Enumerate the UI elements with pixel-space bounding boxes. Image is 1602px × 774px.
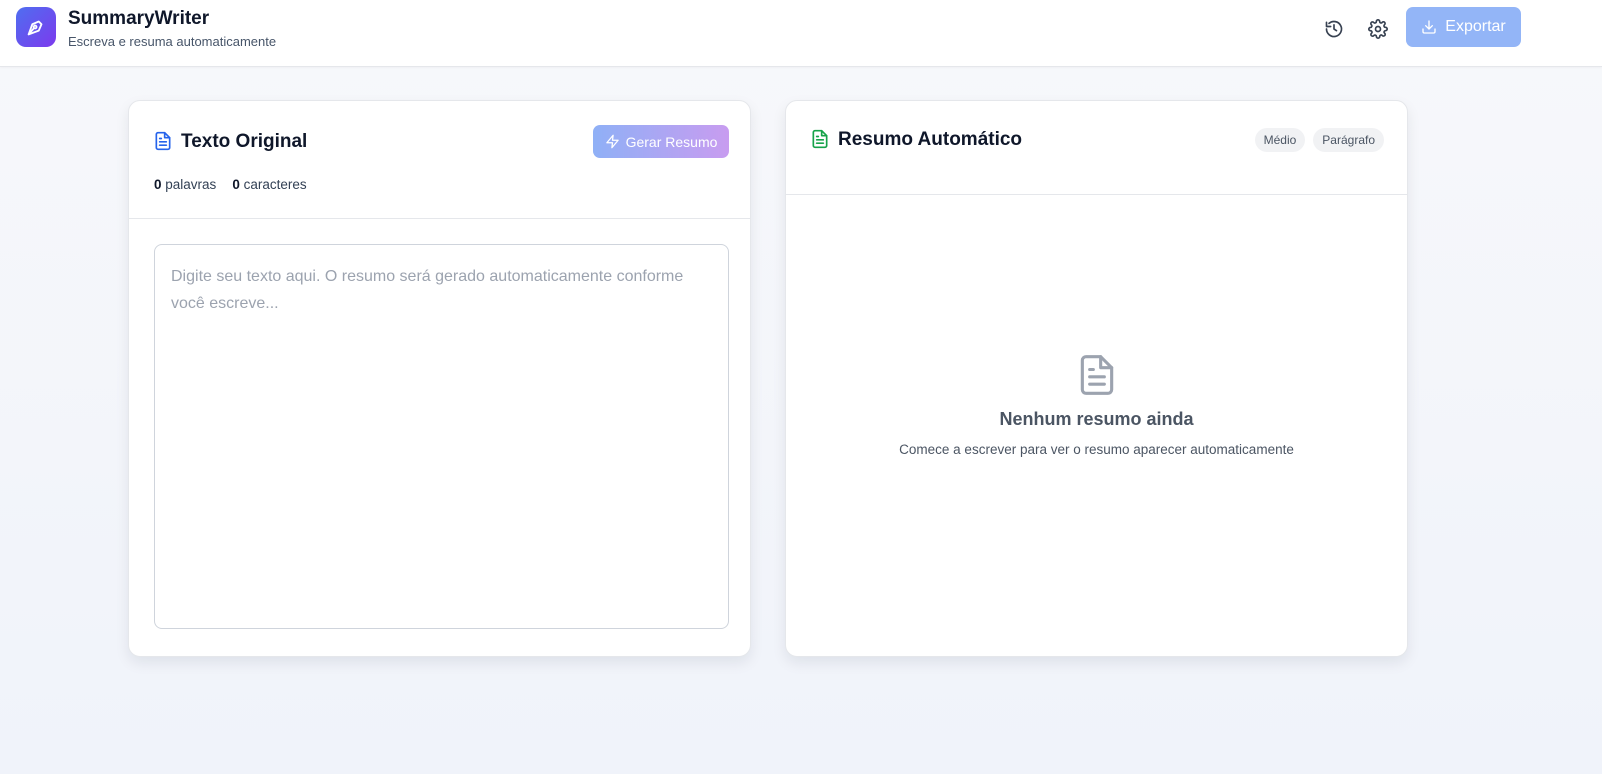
word-count: 0 palavras xyxy=(154,177,216,192)
text-stats: 0 palavras 0 caracteres xyxy=(154,177,307,192)
format-badge: Parágrafo xyxy=(1313,128,1384,152)
word-count-label: palavras xyxy=(165,177,217,192)
generate-summary-label: Gerar Resumo xyxy=(625,133,718,150)
lightning-icon xyxy=(605,134,619,149)
original-text-title: Texto Original xyxy=(181,131,308,152)
document-icon xyxy=(812,129,828,149)
app-subtitle: Escreva e resuma automaticamente xyxy=(68,34,277,49)
settings-button[interactable] xyxy=(1363,14,1393,44)
document-icon xyxy=(1080,355,1113,395)
gear-icon xyxy=(1368,19,1388,39)
history-button[interactable] xyxy=(1319,14,1349,44)
summary-title: Resumo Automático xyxy=(838,129,1023,150)
app-header: SummaryWriter Escreva e resuma automatic… xyxy=(0,0,1602,67)
word-count-value: 0 xyxy=(154,177,162,192)
empty-state-subtitle: Comece a escrever para ver o resumo apar… xyxy=(899,442,1294,457)
app-logo xyxy=(16,7,56,47)
char-count: 0 caracteres xyxy=(232,177,306,192)
card-divider xyxy=(129,218,750,219)
original-text-card: Texto Original Gerar Resumo 0 palavras 0… xyxy=(128,100,751,657)
summary-card: Resumo Automático Médio Parágrafo Nenhum… xyxy=(785,100,1408,657)
length-badge: Médio xyxy=(1254,128,1306,152)
generate-summary-button[interactable]: Gerar Resumo xyxy=(593,125,729,158)
summary-badges: Médio Parágrafo xyxy=(1254,128,1384,152)
empty-state: Nenhum resumo ainda Comece a escrever pa… xyxy=(786,351,1407,457)
empty-state-title: Nenhum resumo ainda xyxy=(999,409,1194,429)
original-text-input[interactable] xyxy=(154,244,729,629)
app-title: SummaryWriter xyxy=(68,8,210,29)
history-icon xyxy=(1325,20,1343,38)
download-icon xyxy=(1422,20,1436,34)
card-divider xyxy=(786,194,1407,195)
char-count-value: 0 xyxy=(232,177,240,192)
pen-nib-icon xyxy=(27,20,43,36)
document-icon xyxy=(155,131,171,151)
export-button[interactable]: Exportar xyxy=(1406,7,1521,47)
export-label: Exportar xyxy=(1445,18,1506,35)
char-count-label: caracteres xyxy=(243,177,307,192)
